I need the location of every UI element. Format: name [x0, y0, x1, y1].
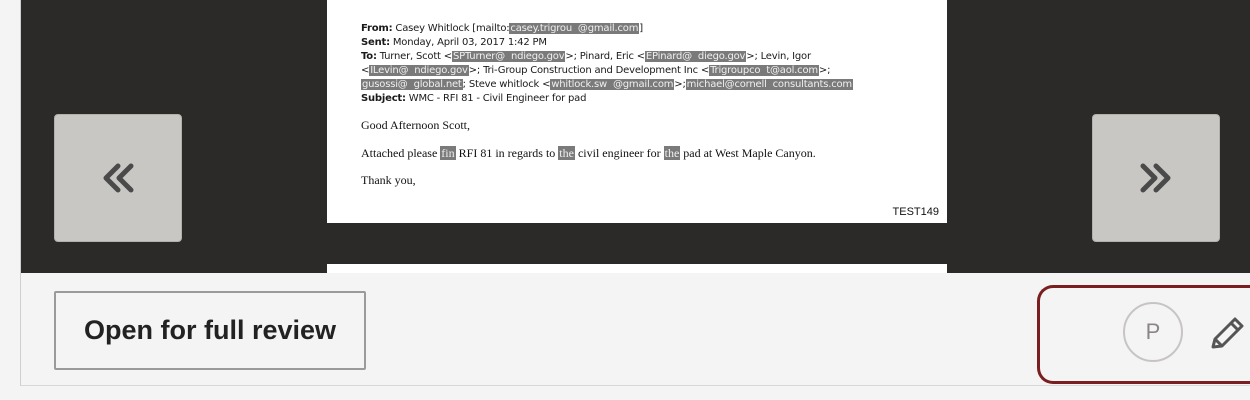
avatar[interactable]: P — [1123, 302, 1183, 362]
redacted-text: michael@cornell consultants.com — [685, 79, 853, 90]
email-sent-line: Sent: Monday, April 03, 2017 1:42 PM — [361, 37, 547, 48]
redacted-text: the — [558, 146, 575, 160]
email-subject-line: Subject: WMC - RFI 81 - Civil Engineer f… — [361, 93, 587, 104]
redacted-text: fin — [440, 146, 456, 160]
email-from-line: From: Casey Whitlock [mailto:casey.trigr… — [361, 23, 643, 34]
email-to-line-3: gusossi@ global.net; Steve whitlock <whi… — [361, 79, 853, 90]
next-page-button[interactable] — [1092, 114, 1220, 242]
pencil-icon[interactable] — [1207, 315, 1247, 353]
redacted-text: ILevin@ ndiego.gov — [369, 65, 469, 76]
email-to-line-2: <ILevin@ ndiego.gov>; Tri-Group Construc… — [361, 65, 831, 76]
chevron-double-left-icon — [103, 163, 134, 193]
redacted-text: gusossi@ global.net — [361, 79, 463, 90]
chevron-double-right-icon — [1140, 163, 1171, 193]
app-root: From: Casey Whitlock [mailto:casey.trigr… — [0, 0, 1250, 400]
next-document-page — [327, 264, 947, 273]
email-body-line: Attached please fin RFI 81 in regards to… — [361, 146, 816, 160]
card-footer: Open for full review P — [21, 273, 1250, 386]
document-viewer[interactable]: From: Casey Whitlock [mailto:casey.trigr… — [21, 0, 1250, 273]
email-closing: Thank you, — [361, 173, 416, 187]
email-greeting: Good Afternoon Scott, — [361, 118, 470, 132]
email-to-line: To: Turner, Scott <SPTurner@ ndiego.gov>… — [361, 51, 811, 62]
bates-stamp: TEST149 — [892, 206, 939, 218]
document-page: From: Casey Whitlock [mailto:casey.trigr… — [327, 0, 947, 223]
redacted-text: the — [663, 146, 681, 160]
open-for-full-review-button[interactable]: Open for full review — [54, 291, 366, 370]
previous-page-button[interactable] — [54, 114, 182, 242]
redacted-text: whitlock.sw @gmail.com — [550, 79, 675, 90]
redacted-text: EPinard@ diego.gov — [644, 51, 747, 62]
redacted-text: Trigroupco t@aol.com — [709, 65, 819, 76]
redacted-text: casey.trigrou @gmail.com — [509, 23, 640, 34]
redacted-text: SPTurner@ ndiego.gov — [451, 51, 566, 62]
